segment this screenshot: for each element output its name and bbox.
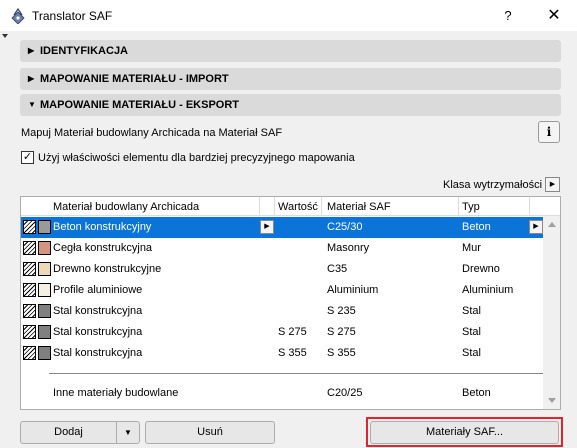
- material-name: Drewno konstrukcyjne: [53, 263, 162, 275]
- material-type: Drewno: [462, 263, 500, 275]
- table-row[interactable]: Beton konstrukcyjny C25/30 Beton ▶ ▶: [21, 217, 543, 238]
- precise-mapping-checkbox[interactable]: ✓: [21, 151, 34, 164]
- row-expand-button[interactable]: ▶: [529, 220, 543, 234]
- section-mapowanie-eksport[interactable]: ▼ MAPOWANIE MATERIAŁU - EKSPORT: [20, 94, 561, 116]
- hatch-pattern-icon: [23, 346, 36, 360]
- focus-highlight: [366, 417, 563, 447]
- resize-indicator-icon: [2, 34, 8, 38]
- hatch-pattern-icon: [23, 304, 36, 318]
- material-color-swatch: [38, 283, 51, 297]
- material-name: Stal konstrukcyjna: [53, 305, 143, 317]
- material-color-swatch: [38, 304, 51, 318]
- saf-material: S 275: [327, 326, 356, 338]
- material-type: Beton: [462, 387, 491, 399]
- table-row[interactable]: Profile aluminiowe Aluminium Aluminium: [21, 280, 543, 301]
- info-icon: i: [546, 125, 552, 139]
- material-type: Aluminium: [462, 284, 514, 296]
- material-name: Stal konstrukcyjna: [53, 326, 143, 338]
- section-label: MAPOWANIE MATERIAŁU - EKSPORT: [40, 99, 240, 111]
- material-name: Inne materiały budowlane: [53, 387, 179, 399]
- arrow-right-icon: ▶: [549, 181, 556, 188]
- material-color-swatch: [38, 262, 51, 276]
- close-icon: ✕: [547, 7, 561, 24]
- remove-button[interactable]: Usuń: [145, 421, 275, 444]
- hatch-pattern-icon: [23, 283, 36, 297]
- material-name: Beton konstrukcyjny: [53, 221, 152, 233]
- column-divider[interactable]: [274, 197, 275, 216]
- table-separator: [49, 373, 543, 374]
- add-button-label: Dodaj: [54, 426, 83, 438]
- hatch-pattern-icon: [23, 241, 36, 255]
- chevron-right-icon: ▶: [28, 46, 35, 55]
- section-label: IDENTYFIKACJA: [40, 45, 129, 57]
- chevron-down-icon: ▼: [124, 428, 132, 437]
- saf-material: C20/25: [327, 387, 363, 399]
- add-dropdown-arrow[interactable]: ▼: [116, 422, 139, 443]
- table-row[interactable]: Drewno konstrukcyjne C35 Drewno: [21, 259, 543, 280]
- header-saf-material[interactable]: Materiał SAF: [327, 201, 391, 213]
- table-row[interactable]: Stal konstrukcyjna S 235 Stal: [21, 301, 543, 322]
- table-row[interactable]: Cegła konstrukcyjna Masonry Mur: [21, 238, 543, 259]
- header-value[interactable]: Wartość: [278, 201, 318, 213]
- header-type[interactable]: Typ: [462, 201, 480, 213]
- title-bar: Translator SAF ? ✕: [0, 0, 577, 31]
- material-color-swatch: [38, 220, 51, 234]
- hatch-pattern-icon: [23, 220, 36, 234]
- export-description: Mapuj Materiał budowlany Archicada na Ma…: [21, 127, 283, 139]
- material-type: Stal: [462, 326, 481, 338]
- table-row[interactable]: Stal konstrukcyjna S 275 S 275 Stal: [21, 322, 543, 343]
- chevron-down-icon: ▼: [28, 100, 36, 109]
- saf-material: S 355: [327, 347, 356, 359]
- saf-material: C35: [327, 263, 348, 275]
- column-divider[interactable]: [259, 197, 260, 216]
- checkmark-icon: ✓: [22, 151, 33, 163]
- material-color-swatch: [38, 346, 51, 360]
- hatch-pattern-icon: [23, 325, 36, 339]
- saf-material: S 235: [327, 305, 356, 317]
- material-mapping-table: Materiał budowlany Archicada Wartość Mat…: [20, 196, 561, 410]
- table-scrollbar[interactable]: [543, 216, 560, 409]
- material-type: Beton: [462, 221, 491, 233]
- precise-mapping-label: Użyj właściwości elementu dla bardziej p…: [38, 152, 355, 164]
- material-type: Mur: [462, 242, 481, 254]
- table-row[interactable]: Stal konstrukcyjna S 355 S 355 Stal: [21, 343, 543, 364]
- section-identyfikacja[interactable]: ▶ IDENTYFIKACJA: [20, 40, 561, 62]
- scroll-down-icon[interactable]: [548, 398, 556, 403]
- column-divider[interactable]: [458, 197, 459, 216]
- table-header: Materiał budowlany Archicada Wartość Mat…: [21, 197, 560, 216]
- other-materials-row[interactable]: Inne materiały budowlane C20/25 Beton: [21, 383, 543, 404]
- section-mapowanie-import[interactable]: ▶ MAPOWANIE MATERIAŁU - IMPORT: [20, 68, 561, 90]
- material-name: Stal konstrukcyjna: [53, 347, 143, 359]
- material-name: Profile aluminiowe: [53, 284, 143, 296]
- saf-material: C25/30: [327, 221, 363, 233]
- hatch-pattern-icon: [23, 262, 36, 276]
- material-type: Stal: [462, 347, 481, 359]
- translator-app-icon: [11, 8, 25, 24]
- section-label: MAPOWANIE MATERIAŁU - IMPORT: [40, 73, 229, 85]
- material-type: Stal: [462, 305, 481, 317]
- help-button[interactable]: ?: [485, 0, 531, 31]
- close-button[interactable]: ✕: [531, 0, 577, 31]
- window-title: Translator SAF: [32, 9, 113, 23]
- material-name: Cegła konstrukcyjna: [53, 242, 153, 254]
- klasa-wytrzymalosci-button[interactable]: ▶: [545, 177, 560, 192]
- column-divider[interactable]: [529, 197, 530, 216]
- material-color-swatch: [38, 325, 51, 339]
- add-button[interactable]: Dodaj ▼: [20, 421, 140, 444]
- material-value: S 275: [278, 326, 307, 338]
- header-material[interactable]: Materiał budowlany Archicada: [53, 201, 199, 213]
- row-expand-button[interactable]: ▶: [260, 220, 274, 234]
- material-color-swatch: [38, 241, 51, 255]
- scroll-up-icon[interactable]: [548, 222, 556, 227]
- klasa-wytrzymalosci-label: Klasa wytrzymałości: [443, 179, 543, 191]
- chevron-right-icon: ▶: [28, 74, 35, 83]
- column-divider[interactable]: [321, 197, 322, 216]
- saf-material: Aluminium: [327, 284, 379, 296]
- info-button[interactable]: i: [538, 121, 560, 143]
- saf-material: Masonry: [327, 242, 370, 254]
- material-value: S 355: [278, 347, 307, 359]
